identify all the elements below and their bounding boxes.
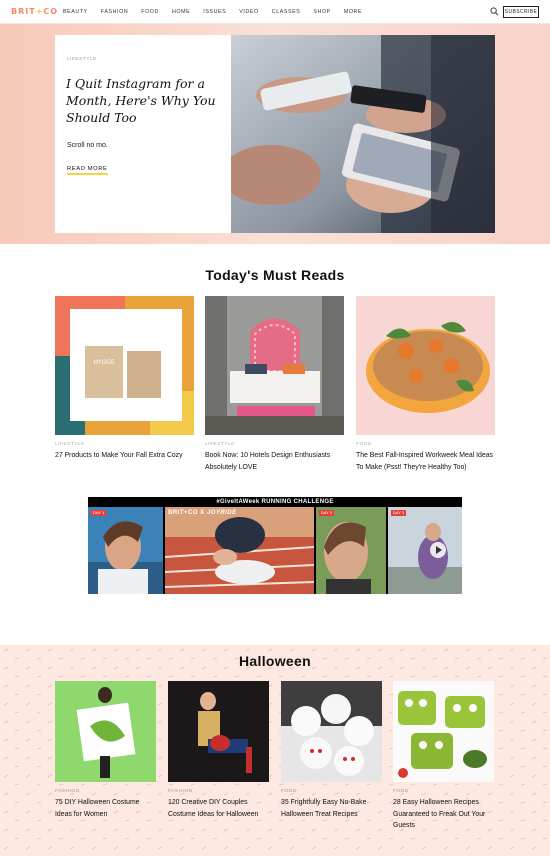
halloween-title: Halloween <box>239 653 311 669</box>
costume-women-image[interactable] <box>55 681 156 782</box>
card-category[interactable]: Lifestyle <box>55 442 194 447</box>
subscribe-button[interactable]: Subscribe <box>503 6 539 18</box>
nav-item-video[interactable]: Video <box>239 9 258 15</box>
running-challenge-video[interactable]: #GiveItAWeek RUNNING CHALLENGE DAY 1 BRI… <box>88 497 462 594</box>
card-title[interactable]: Book Now: 10 Hotels Design Enthusiasts A… <box>205 450 344 473</box>
nav-item-fashion[interactable]: Fashion <box>101 9 128 15</box>
day-badge: DAY 3 <box>391 510 407 516</box>
hero-card: Lifestyle I Quit Instagram for a Month, … <box>55 35 231 233</box>
card-title[interactable]: 120 Creative DIY Couples Costume Ideas f… <box>168 797 269 820</box>
main-menu: Beauty Fashion Food Home Issues Video Cl… <box>63 9 375 15</box>
hotel-room-image[interactable] <box>205 296 344 435</box>
meal-bowl-image[interactable] <box>356 296 495 435</box>
card-category[interactable]: Food <box>356 442 495 447</box>
card-category[interactable]: Fashion <box>168 789 269 794</box>
nav-item-more[interactable]: More <box>344 9 362 15</box>
must-read-card[interactable]: HYGGE Lifestyle 27 Products to Make Your… <box>55 296 194 462</box>
no-bake-treats-image[interactable] <box>281 681 382 782</box>
video-panel-track[interactable] <box>165 507 314 594</box>
cozy-products-image[interactable]: HYGGE <box>55 296 194 435</box>
nav-item-classes[interactable]: Classes <box>272 9 301 15</box>
must-read-card[interactable]: Food The Best Fall-Inspired Workweek Mea… <box>356 296 495 473</box>
card-title[interactable]: 75 DIY Halloween Costume Ideas for Women <box>55 797 156 820</box>
halloween-card[interactable]: Food 35 Frightfully Easy No-Bake Hallowe… <box>281 681 382 820</box>
must-reads-title: Today's Must Reads <box>205 267 345 283</box>
brand-logo[interactable]: BRIT+CO <box>11 7 58 16</box>
card-title[interactable]: 28 Easy Halloween Recipes Guaranteed to … <box>393 797 494 832</box>
card-category[interactable]: Fashion <box>55 789 156 794</box>
search-icon[interactable] <box>490 7 499 16</box>
card-title[interactable]: 27 Products to Make Your Fall Extra Cozy <box>55 450 194 462</box>
nav-item-shop[interactable]: Shop <box>313 9 330 15</box>
must-read-card[interactable]: Lifestyle Book Now: 10 Hotels Design Ent… <box>205 296 344 473</box>
halloween-card[interactable]: Food 28 Easy Halloween Recipes Guarantee… <box>393 681 494 832</box>
card-category[interactable]: Food <box>281 789 382 794</box>
hero-section: Lifestyle I Quit Instagram for a Month, … <box>0 24 550 244</box>
card-category[interactable]: Lifestyle <box>205 442 344 447</box>
card-title[interactable]: 35 Frightfully Easy No-Bake Halloween Tr… <box>281 797 382 820</box>
day-badge: DAY 1 <box>91 510 107 516</box>
nav-item-food[interactable]: Food <box>141 9 159 15</box>
halloween-card[interactable]: Fashion 120 Creative DIY Couples Costume… <box>168 681 269 820</box>
day-badge: DAY 2 <box>319 510 335 516</box>
halloween-card[interactable]: Fashion 75 DIY Halloween Costume Ideas f… <box>55 681 156 820</box>
halloween-recipes-image[interactable] <box>393 681 494 782</box>
read-more-link[interactable]: Read More <box>67 166 108 175</box>
hero-image[interactable] <box>231 35 495 233</box>
hygge-label: HYGGE <box>93 359 114 366</box>
video-panel-day2[interactable] <box>316 507 386 594</box>
couples-costume-image[interactable] <box>168 681 269 782</box>
top-nav: BRIT+CO Beauty Fashion Food Home Issues … <box>0 0 550 24</box>
nav-item-issues[interactable]: Issues <box>203 9 226 15</box>
video-panel-day1[interactable] <box>88 507 163 594</box>
card-category[interactable]: Food <box>393 789 494 794</box>
video-header: #GiveItAWeek RUNNING CHALLENGE <box>88 497 462 507</box>
video-panel-day3[interactable] <box>388 507 462 594</box>
card-title[interactable]: The Best Fall-Inspired Workweek Meal Ide… <box>356 450 495 473</box>
hero-category[interactable]: Lifestyle <box>67 57 97 62</box>
nav-item-home[interactable]: Home <box>172 9 190 15</box>
nav-item-beauty[interactable]: Beauty <box>63 9 88 15</box>
hero-title[interactable]: I Quit Instagram for a Month, Here's Why… <box>66 75 224 126</box>
hero-description: Scroll no mo. <box>67 142 108 149</box>
video-brand-tag: BRIT+CO X JOYRIDE <box>168 510 237 516</box>
